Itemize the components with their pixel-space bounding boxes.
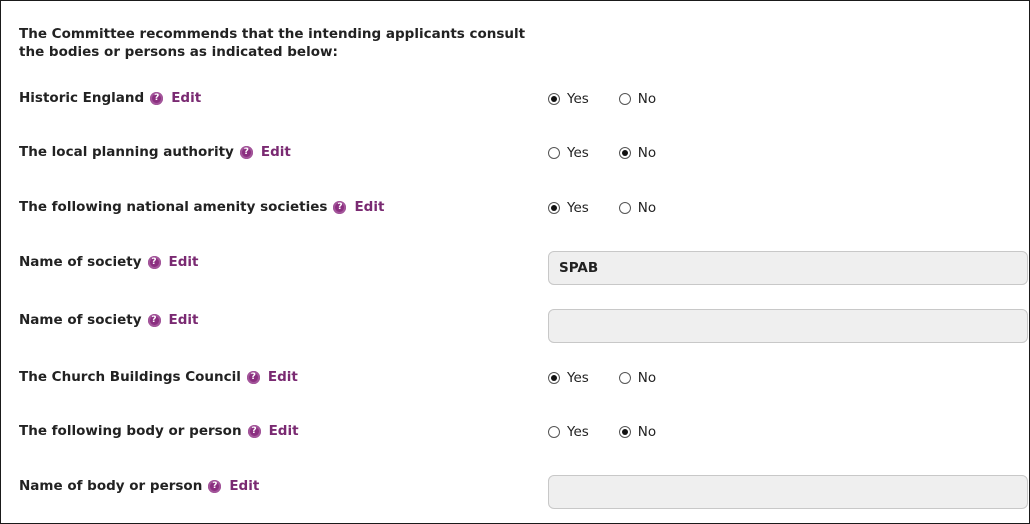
radio-selected-icon[interactable] xyxy=(548,93,560,105)
radio-empty-icon[interactable] xyxy=(618,93,631,105)
radio-empty-icon[interactable] xyxy=(618,372,631,384)
radio-no[interactable]: No xyxy=(618,424,657,440)
body-or-person-name-input[interactable] xyxy=(548,475,1028,509)
radio-yes-label: Yes xyxy=(567,145,589,161)
consultation-form: The Committee recommends that the intend… xyxy=(0,0,1030,524)
row-label: Name of society xyxy=(19,312,142,328)
radio-no-label: No xyxy=(637,370,657,386)
radio-yes[interactable]: Yes xyxy=(548,424,589,440)
radio-no-label: No xyxy=(637,91,657,107)
society-name-input[interactable] xyxy=(548,251,1028,285)
edit-link[interactable]: Edit xyxy=(354,199,384,215)
row-label: Name of body or person xyxy=(19,478,203,494)
row-label: The local planning authority xyxy=(19,144,234,160)
row-label: Historic England xyxy=(19,90,145,106)
society-name-input[interactable] xyxy=(548,309,1028,343)
radio-yes[interactable]: Yes xyxy=(548,91,589,107)
intro-text: The Committee recommends that the intend… xyxy=(19,25,539,61)
row-label: Name of society xyxy=(19,254,142,270)
radio-empty-icon[interactable] xyxy=(548,426,560,438)
row-label: The Church Buildings Council xyxy=(19,369,241,385)
intro-line-2: the bodies or persons as indicated below… xyxy=(19,44,338,60)
radio-empty-icon[interactable] xyxy=(548,147,560,159)
radio-no[interactable]: No xyxy=(618,370,657,386)
edit-link[interactable]: Edit xyxy=(269,423,299,439)
radio-no-label: No xyxy=(637,145,657,161)
help-icon[interactable]: ? xyxy=(208,479,222,493)
edit-link[interactable]: Edit xyxy=(261,144,291,160)
help-icon[interactable]: ? xyxy=(239,145,253,159)
radio-selected-icon[interactable] xyxy=(618,147,631,159)
edit-link[interactable]: Edit xyxy=(171,90,201,106)
edit-link[interactable]: Edit xyxy=(229,478,259,494)
radio-no-label: No xyxy=(637,200,657,216)
radio-yes-label: Yes xyxy=(567,200,589,216)
radio-selected-icon[interactable] xyxy=(548,202,560,214)
intro-line-1: The Committee recommends that the intend… xyxy=(19,26,526,42)
radio-no[interactable]: No xyxy=(618,200,657,216)
help-icon[interactable]: ? xyxy=(147,255,161,269)
radio-yes[interactable]: Yes xyxy=(548,200,589,216)
radio-empty-icon[interactable] xyxy=(618,202,631,214)
help-icon[interactable]: ? xyxy=(247,424,261,438)
edit-link[interactable]: Edit xyxy=(169,254,199,270)
row-label: The following national amenity societies xyxy=(19,199,328,215)
edit-link[interactable]: Edit xyxy=(169,312,199,328)
radio-selected-icon[interactable] xyxy=(548,372,560,384)
radio-no[interactable]: No xyxy=(618,145,657,161)
radio-no[interactable]: No xyxy=(618,91,657,107)
radio-yes[interactable]: Yes xyxy=(548,370,589,386)
edit-link[interactable]: Edit xyxy=(268,369,298,385)
radio-selected-icon[interactable] xyxy=(618,426,631,438)
radio-yes-label: Yes xyxy=(567,91,589,107)
help-icon[interactable]: ? xyxy=(147,313,161,327)
radio-no-label: No xyxy=(637,424,657,440)
row-label: The following body or person xyxy=(19,423,242,439)
radio-yes-label: Yes xyxy=(567,424,589,440)
radio-yes[interactable]: Yes xyxy=(548,145,589,161)
help-icon[interactable]: ? xyxy=(150,91,164,105)
radio-yes-label: Yes xyxy=(567,370,589,386)
help-icon[interactable]: ? xyxy=(333,200,347,214)
help-icon[interactable]: ? xyxy=(246,370,260,384)
